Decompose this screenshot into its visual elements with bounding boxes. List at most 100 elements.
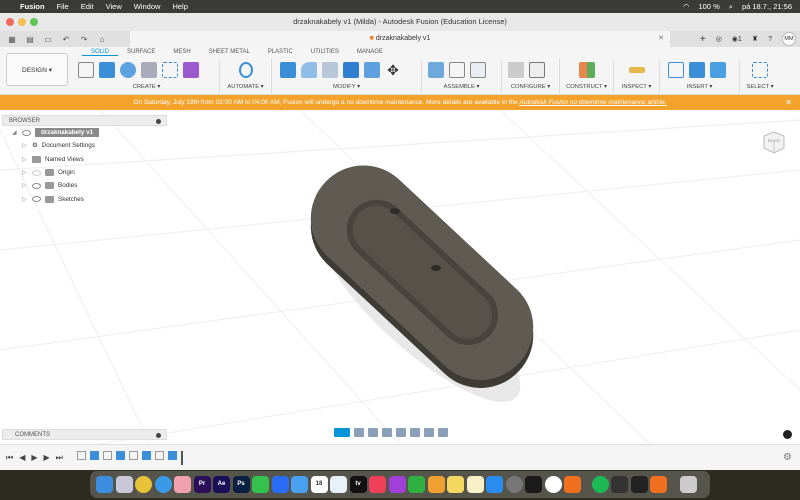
split-icon[interactable]	[364, 62, 380, 78]
inspect-menu[interactable]: INSPECT ▾	[614, 84, 659, 90]
menu-edit[interactable]: Edit	[81, 2, 94, 11]
dock-premiere[interactable]: Pr	[193, 476, 211, 493]
new-tab-icon[interactable]: +	[700, 34, 706, 45]
automate-icon[interactable]	[238, 62, 253, 78]
browser-root[interactable]: ◢ drzaknakabely v1	[2, 126, 167, 139]
dock-podcasts[interactable]	[388, 476, 406, 493]
dock-calendar[interactable]: 18	[310, 476, 328, 493]
step-forward-icon[interactable]: ▶	[44, 453, 50, 462]
extensions-icon[interactable]: ◎	[716, 35, 722, 43]
canvas-viewport[interactable]: BROWSER ◢ drzaknakabely v1 ▷ ⚙ Document Set…	[0, 110, 800, 444]
search-icon[interactable]: ⌕	[729, 2, 733, 12]
dock-settings[interactable]	[505, 476, 523, 493]
browser-header[interactable]: BROWSER	[2, 115, 167, 126]
comments-panel[interactable]: COMMENTS	[2, 429, 167, 440]
extrude-feature-icon[interactable]	[167, 450, 177, 460]
menu-window[interactable]: Window	[134, 2, 161, 11]
notifications-icon[interactable]: ♜	[752, 35, 758, 43]
eye-icon[interactable]	[32, 182, 41, 189]
select-menu[interactable]: SELECT ▾	[740, 84, 780, 90]
browser-node-named-views[interactable]: ▷ Named Views	[2, 153, 167, 166]
move-icon[interactable]: ✥	[385, 62, 401, 78]
display-settings-icon[interactable]	[410, 428, 420, 437]
browser-node-origin[interactable]: ▷ Origin	[2, 166, 167, 179]
dock-photoshop[interactable]: Ps	[232, 476, 250, 493]
extrude-feature-icon[interactable]	[141, 450, 151, 460]
dock-notes[interactable]	[466, 476, 484, 493]
zoom-window-button[interactable]	[30, 18, 38, 26]
fillet-icon[interactable]	[301, 62, 317, 78]
joint-icon[interactable]	[449, 62, 465, 78]
dock-music[interactable]	[369, 476, 386, 493]
insert-canvas-icon[interactable]	[710, 62, 726, 78]
dock-chrome[interactable]	[135, 476, 152, 493]
dock-launchpad[interactable]	[115, 476, 133, 493]
sketch-feature-icon[interactable]	[128, 450, 138, 460]
configure-icon[interactable]	[508, 62, 524, 78]
sketch-feature-icon[interactable]	[102, 450, 112, 460]
grid-settings-icon[interactable]	[424, 428, 434, 437]
as-built-joint-icon[interactable]	[470, 62, 486, 78]
pattern-icon[interactable]	[162, 62, 178, 78]
shell-icon[interactable]	[322, 62, 338, 78]
automate-menu[interactable]: AUTOMATE ▾	[220, 84, 271, 90]
fit-icon[interactable]	[396, 428, 406, 437]
dock-infuse[interactable]	[630, 476, 648, 493]
tab-utilities[interactable]: UTILITIES	[302, 49, 348, 56]
extrude-feature-icon[interactable]	[115, 450, 125, 460]
expand-icon[interactable]: ▷	[22, 169, 28, 176]
dock-mail[interactable]	[291, 476, 308, 493]
dock-whatsapp[interactable]	[252, 476, 269, 493]
close-window-button[interactable]	[6, 18, 14, 26]
document-tab[interactable]: ■ drzaknakabely v1 ✕	[130, 31, 670, 47]
step-back-icon[interactable]: ◀	[19, 453, 25, 462]
tab-mesh[interactable]: MESH	[164, 49, 199, 56]
configuration-table-icon[interactable]	[529, 62, 545, 78]
dock-freeform[interactable]	[330, 476, 347, 493]
eye-icon[interactable]	[32, 196, 41, 203]
dock-spotify[interactable]	[591, 476, 609, 493]
home-icon[interactable]: ⌂	[96, 35, 108, 44]
expand-icon[interactable]: ▷	[22, 182, 28, 189]
dock-trash[interactable]	[679, 476, 697, 493]
dock-stickies[interactable]	[447, 476, 464, 493]
orbit-icon[interactable]	[334, 428, 350, 437]
dock-pages[interactable]	[427, 476, 445, 493]
expand-comments-icon[interactable]	[156, 433, 161, 438]
dock-numbers[interactable]	[408, 476, 425, 493]
sketch-feature-icon[interactable]	[154, 450, 164, 460]
pan-icon[interactable]	[368, 428, 378, 437]
timeline-marker[interactable]	[180, 450, 183, 465]
menu-app-name[interactable]: Fusion	[20, 2, 45, 11]
banner-link[interactable]: Autodesk Fusion no downtime maintenance …	[520, 99, 667, 106]
workspace-switcher[interactable]: DESIGN ▾	[6, 53, 68, 86]
tab-plastic[interactable]: PLASTIC	[259, 49, 302, 56]
minimize-window-button[interactable]	[18, 18, 26, 26]
create-form-icon[interactable]	[183, 62, 199, 78]
create-menu[interactable]: CREATE ▾	[74, 84, 219, 90]
press-pull-icon[interactable]	[280, 62, 296, 78]
browser-node-document-settings[interactable]: ▷ ⚙ Document Settings	[2, 139, 167, 152]
battery-text[interactable]: 100 %	[698, 2, 719, 11]
assemble-menu[interactable]: ASSEMBLE ▾	[422, 84, 501, 90]
menu-file[interactable]: File	[57, 2, 69, 11]
construct-menu[interactable]: CONSTRUCT ▾	[560, 84, 613, 90]
dock-finder[interactable]	[96, 476, 113, 493]
job-status-icon[interactable]: ◉1	[732, 35, 742, 43]
view-cube[interactable]: BACK	[760, 128, 786, 156]
dock-messenger[interactable]	[271, 476, 289, 493]
zoom-icon[interactable]	[382, 428, 392, 437]
eye-icon[interactable]	[32, 169, 41, 176]
measure-icon[interactable]	[628, 67, 645, 73]
go-to-end-icon[interactable]: ⏭	[56, 453, 63, 463]
dock-app-store[interactable]	[486, 476, 503, 493]
offset-plane-icon[interactable]	[578, 62, 595, 78]
dock-fusion-2[interactable]	[650, 476, 667, 493]
help-icon[interactable]: ?	[768, 36, 772, 43]
revolve-icon[interactable]	[120, 62, 136, 78]
dock-after-effects[interactable]: Ae	[213, 476, 230, 493]
close-tab-icon[interactable]: ✕	[658, 31, 664, 47]
close-banner-button[interactable]: ✕	[785, 95, 792, 110]
file-menu-icon[interactable]: ▤	[24, 35, 36, 44]
go-to-start-icon[interactable]: ⏮	[6, 453, 13, 463]
